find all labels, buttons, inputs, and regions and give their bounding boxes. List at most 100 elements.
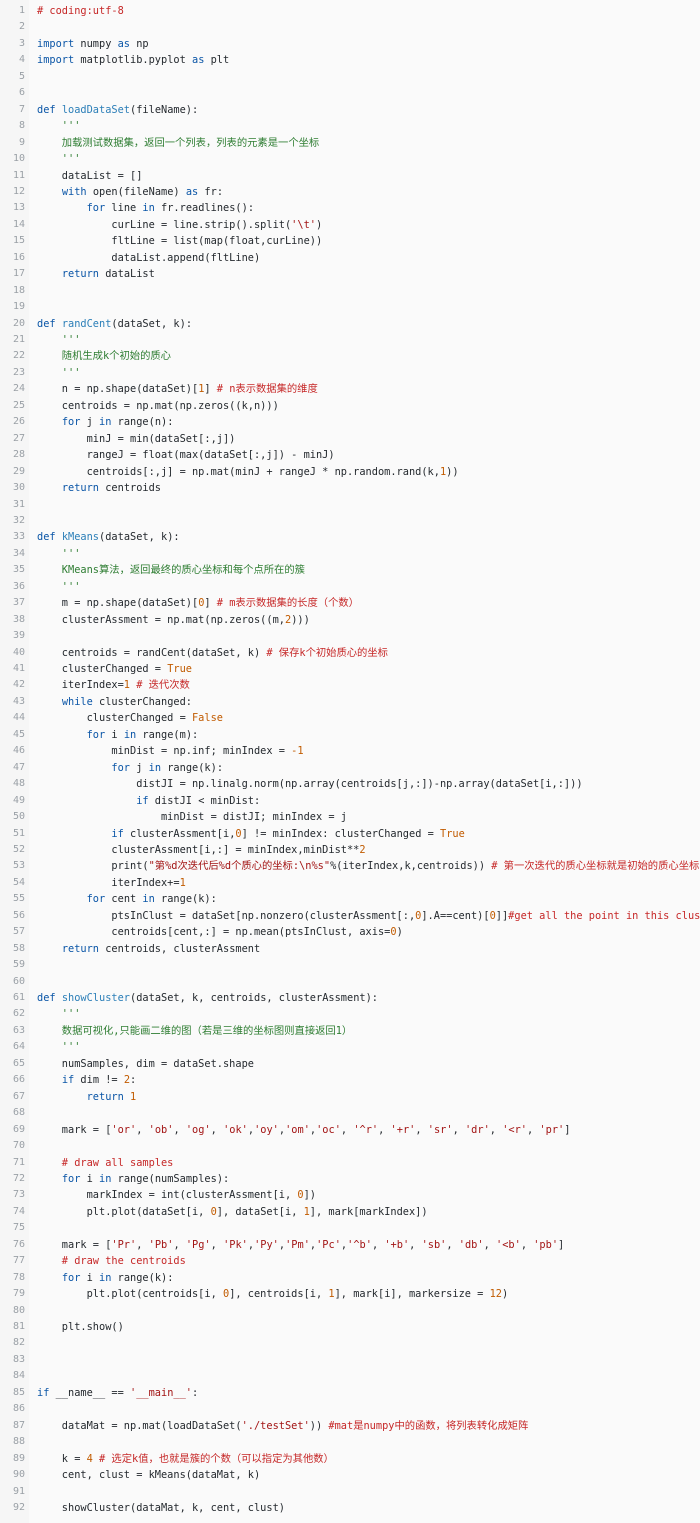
line-number: 9 [18, 136, 25, 148]
line-number: 62 [12, 1008, 25, 1020]
line-number: 37 [12, 597, 25, 609]
code-token: np [130, 37, 149, 50]
code-text: print("第%d次迭代后%d个质心的坐标:\n%s"%(iterIndex,… [37, 858, 699, 874]
code-line: 44 clusterChanged = False [0, 710, 700, 726]
line-number: 31 [12, 498, 25, 510]
code-text: ''' [37, 151, 81, 167]
code-token: 'Pm' [285, 1238, 310, 1251]
code-line: 10 ''' [0, 151, 700, 167]
code-token: , [371, 1238, 385, 1251]
code-token: minJ = min(dataSet[:,j]) [37, 432, 236, 445]
code-line: 29 centroids[:,j] = np.mat(minJ + rangeJ… [0, 464, 700, 480]
line-number: 19 [12, 301, 25, 313]
code-text: if __name__ == '__main__': [37, 1385, 198, 1401]
code-text: for cent in range(k): [37, 891, 217, 907]
code-line: 65 numSamples, dim = dataSet.shape [0, 1056, 700, 1072]
code-token: numSamples, dim = dataSet.shape [37, 1057, 254, 1070]
code-text: 随机生成k个初始的质心 [37, 348, 171, 364]
code-token: mark = [ [37, 1238, 112, 1251]
code-token: ) [501, 1288, 509, 1301]
code-token: if [136, 794, 149, 807]
code-token: i [80, 1172, 100, 1185]
code-text: for i in range(m): [37, 727, 199, 743]
code-token: range(k): [111, 1271, 174, 1284]
line-number: 21 [12, 334, 25, 345]
code-text: ''' [37, 332, 81, 348]
line-number: 70 [12, 1140, 25, 1152]
code-token: , [210, 1238, 224, 1251]
code-token: fr: [198, 185, 224, 198]
line-number: 22 [12, 350, 25, 362]
code-line: 12 with open(fileName) as fr: [0, 184, 700, 200]
code-line: 31 [0, 497, 700, 513]
code-token: # 第一次迭代的质心坐标就是初始的质心坐标 [491, 860, 700, 873]
line-number: 1 [18, 5, 25, 16]
code-token: 'pr' [539, 1123, 565, 1136]
code-token: dataList.append(fltLine) [37, 251, 261, 264]
code-token: 'og' [185, 1123, 211, 1136]
code-text: plt.plot(centroids[i, 0], centroids[i, 1… [37, 1286, 509, 1302]
code-token: in [123, 728, 137, 741]
code-text: return dataList [37, 266, 155, 282]
code-text: dataMat = np.mat(loadDataSet('./testSet'… [37, 1418, 529, 1434]
code-token: range(m): [136, 728, 199, 741]
code-text: plt.show() [37, 1319, 124, 1335]
code-token: for [86, 893, 106, 906]
code-line: 84 [0, 1368, 700, 1384]
line-number: 74 [12, 1205, 25, 1217]
code-text: iterIndex+=1 [37, 875, 185, 891]
line-number: 84 [12, 1370, 25, 1382]
code-token: centroids, clusterAssment [99, 942, 261, 955]
line-number: 66 [12, 1074, 25, 1086]
code-token: cent [105, 893, 143, 906]
line-number: 83 [12, 1353, 25, 1365]
code-line: 34 ''' [0, 546, 700, 562]
code-line: 79 plt.plot(centroids[i, 0], centroids[i… [0, 1286, 700, 1302]
code-token: )) [446, 465, 459, 478]
code-line: 42 iterIndex=1 # 迭代次数 [0, 677, 700, 693]
code-token: showCluster(dataMat, k, cent, clust) [37, 1501, 285, 1514]
line-number: 87 [12, 1419, 25, 1431]
code-line: 35 KMeans算法，返回最终的质心坐标和每个点所在的簇 [0, 562, 700, 578]
code-text: numSamples, dim = dataSet.shape [37, 1056, 254, 1072]
code-text: distJI = np.linalg.norm(np.array(centroi… [37, 776, 582, 792]
code-line: 77 # draw the centroids [0, 1253, 700, 1269]
line-number: 15 [12, 235, 25, 247]
code-token: True [440, 827, 465, 840]
code-token: centroids = np.mat(np.zeros((k,n))) [37, 399, 279, 412]
line-number: 27 [12, 432, 25, 444]
code-token: : [192, 1386, 199, 1399]
line-number: 12 [12, 185, 25, 197]
code-text: # draw the centroids [37, 1253, 186, 1269]
line-number: 65 [12, 1057, 25, 1069]
code-token: clusterChanged: [92, 695, 193, 708]
code-line: 25 centroids = np.mat(np.zeros((k,n))) [0, 398, 700, 414]
code-text: mark = ['Pr', 'Pb', 'Pg', 'Pk', 'Py', 'Pm'… [37, 1237, 564, 1253]
code-line: 53 print("第%d次迭代后%d个质心的坐标:\n%s"%(iterInd… [0, 858, 700, 874]
code-token: 1 [130, 1090, 137, 1103]
code-token: i [80, 1271, 100, 1284]
code-text: ''' [37, 546, 81, 562]
line-number: 80 [12, 1304, 25, 1316]
code-line: 43 while clusterChanged: [0, 694, 700, 710]
code-token: 'db' [458, 1238, 484, 1251]
code-token: randCent [61, 317, 112, 330]
code-text: centroids = randCent(dataSet, k) # 保存k个初… [37, 645, 388, 661]
code-editor[interactable]: 1 # coding:utf-8 2 3 import numpy as np 4 impo… [0, 0, 700, 1523]
code-token: './testSet' [241, 1419, 310, 1432]
line-number: 47 [12, 761, 25, 773]
line-number: 5 [18, 70, 25, 82]
line-number: 43 [12, 695, 25, 707]
code-token: (dataSet, k, centroids, clusterAssment): [130, 992, 378, 1004]
code-text: KMeans算法，返回最终的质心坐标和每个点所在的簇 [37, 562, 305, 578]
code-token: ], centroids[i, [229, 1288, 329, 1301]
code-token: # 保存k个初始质心的坐标 [266, 646, 388, 659]
code-line: 11 dataList = [] [0, 168, 700, 184]
